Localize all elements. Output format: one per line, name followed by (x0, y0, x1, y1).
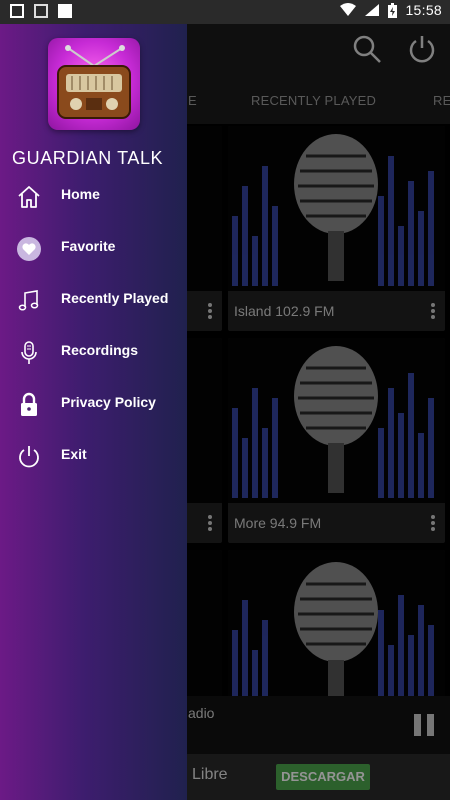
drawer-item-label: Exit (61, 446, 87, 462)
app-logo (48, 38, 140, 130)
drawer-item-label: Favorite (61, 238, 116, 254)
image-notification-icon (34, 4, 48, 18)
drawer-item-label: Privacy Policy (61, 394, 156, 410)
drawer-item-recordings[interactable]: Recordings (0, 328, 187, 380)
lock-icon (21, 392, 37, 416)
wifi-icon (340, 3, 357, 16)
navigation-drawer: GUARDIAN TALK Home Favorite Recently Pla… (0, 24, 187, 800)
drawer-item-label: Recently Played (61, 290, 169, 306)
clock: 15:58 (405, 2, 442, 18)
home-icon (18, 186, 40, 208)
drawer-item-label: Recordings (61, 342, 139, 358)
drawer-item-label: Home (61, 186, 100, 202)
signal-icon (365, 4, 380, 16)
drawer-item-privacy-policy[interactable]: Privacy Policy (0, 380, 187, 432)
status-bar: 15:58 (0, 0, 450, 24)
battery-icon (388, 2, 398, 18)
music-note-icon (18, 290, 39, 311)
app-notification-icon (58, 4, 72, 18)
drawer-item-favorite[interactable]: Favorite (0, 224, 187, 276)
app-title: GUARDIAN TALK (12, 148, 164, 168)
drawer-item-home[interactable]: Home (0, 172, 187, 224)
heart-icon (17, 237, 41, 261)
notification-icon (10, 4, 24, 18)
power-icon (19, 446, 39, 468)
drawer-item-recently-played[interactable]: Recently Played (0, 276, 187, 328)
drawer-item-exit[interactable]: Exit (0, 432, 187, 484)
microphone-icon (21, 341, 37, 364)
radio-icon (57, 45, 131, 119)
